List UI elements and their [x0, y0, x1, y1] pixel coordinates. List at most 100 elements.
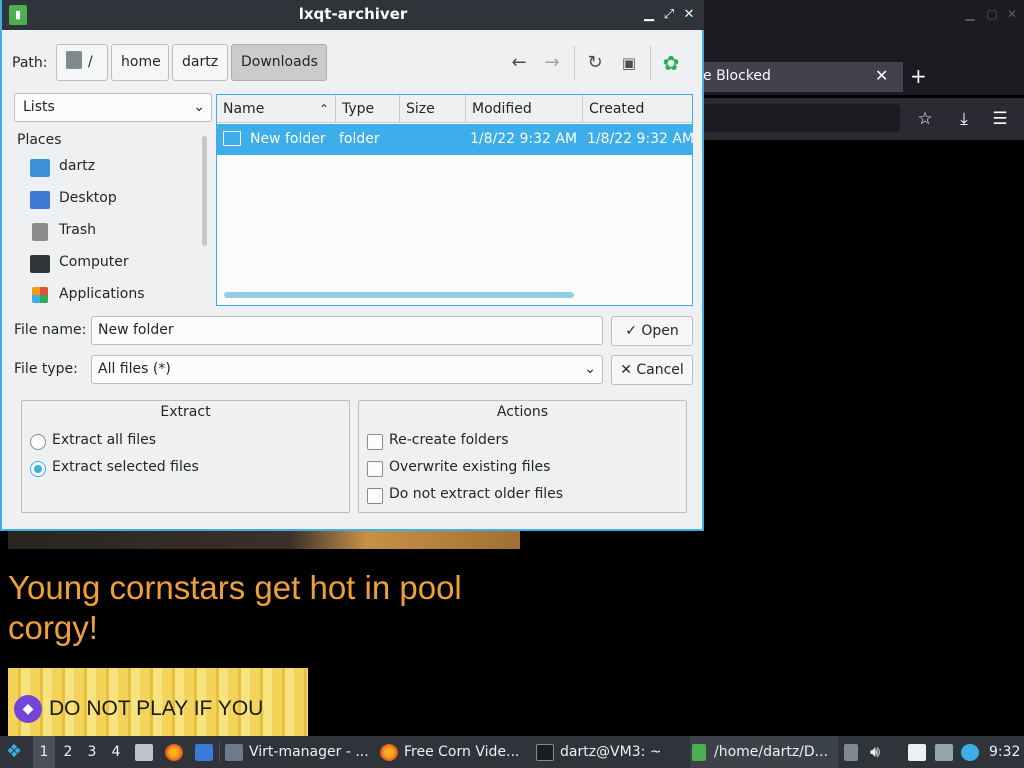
place-item-dartz[interactable]: dartz — [30, 154, 200, 182]
file-list-header: Name ⌃ Type Size Modified Created — [217, 95, 692, 123]
close-icon[interactable]: ✕ — [1004, 6, 1020, 22]
column-label: Created — [589, 101, 645, 117]
clock[interactable]: 9:32 — [989, 736, 1020, 768]
task-firefox[interactable]: Free Corn Vide... — [380, 736, 528, 768]
cell-size — [400, 124, 406, 155]
desktop-switch-1[interactable]: 1 — [33, 736, 55, 768]
start-menu-icon[interactable]: ❖ — [6, 736, 26, 768]
home-folder-icon — [30, 159, 50, 177]
open-button[interactable]: ✓ Open — [611, 316, 693, 346]
column-label: Modified — [472, 101, 532, 117]
table-row[interactable]: New folder folder 1/8/22 9:32 AM 1/8/22 … — [217, 124, 695, 155]
firefox-launcher-icon[interactable] — [165, 744, 183, 761]
volume-icon[interactable]: 🔊︎ — [870, 736, 880, 768]
filename-input[interactable]: New folder — [91, 316, 603, 345]
view-options-icon[interactable]: ✿ — [659, 52, 683, 74]
column-header-created[interactable]: Created — [583, 95, 692, 123]
drive-icon — [66, 51, 82, 69]
places-view-combo[interactable]: Lists ⌄ — [14, 93, 212, 122]
download-icon[interactable]: ⤓ — [953, 108, 975, 130]
radio-button[interactable] — [30, 461, 46, 477]
places-heading: Places — [17, 132, 62, 148]
breadcrumb-label: / — [88, 54, 93, 70]
column-header-size[interactable]: Size — [400, 95, 466, 123]
terminal-icon — [536, 744, 554, 761]
breadcrumb-downloads[interactable]: Downloads — [231, 44, 327, 81]
place-item-computer[interactable]: Computer — [30, 250, 200, 278]
place-label: Desktop — [59, 190, 117, 206]
reload-icon[interactable]: ↻ — [583, 52, 607, 74]
file-manager-icon[interactable] — [135, 744, 153, 761]
notification-icon[interactable] — [961, 744, 979, 761]
video-thumbnail[interactable] — [8, 530, 520, 549]
place-item-trash[interactable]: Trash — [30, 218, 200, 246]
star-icon[interactable]: ☆ — [914, 108, 936, 130]
place-label: Trash — [59, 222, 96, 238]
applications-icon — [32, 287, 48, 303]
task-archiver[interactable]: /home/dartz/D... — [690, 736, 838, 768]
maximize-icon[interactable]: ▢ — [984, 6, 1000, 22]
cell-created: 1/8/22 9:32 AM — [587, 131, 695, 147]
filetype-select[interactable]: All files (*) ⌄ — [91, 355, 603, 384]
taskbar: ❖ 1 2 3 4 Virt-manager - ... Free Corn V… — [0, 736, 1024, 768]
virt-manager-icon — [225, 744, 243, 761]
task-label: /home/dartz/D... — [714, 744, 829, 760]
folder-icon — [223, 131, 241, 146]
file-list: Name ⌃ Type Size Modified Created New fol… — [216, 94, 695, 306]
breadcrumb-label: dartz — [182, 54, 219, 70]
archiver-icon — [692, 744, 706, 761]
radio-button[interactable] — [30, 434, 46, 450]
trash-icon — [32, 223, 48, 241]
menu-icon[interactable]: ☰ — [989, 108, 1011, 130]
desktop-switch-2[interactable]: 2 — [57, 736, 79, 768]
desktop-switch-3[interactable]: 3 — [81, 736, 103, 768]
cancel-x-icon: ✕ — [620, 362, 637, 378]
breadcrumb-home[interactable]: home — [111, 44, 169, 81]
task-terminal[interactable]: dartz@VM3: ~ — [536, 736, 684, 768]
checkbox[interactable] — [367, 488, 383, 504]
place-item-desktop[interactable]: Desktop — [30, 186, 200, 214]
filename-value: New folder — [98, 322, 174, 338]
desktop-launcher-icon[interactable] — [195, 744, 213, 761]
url-bar[interactable] — [690, 104, 900, 132]
minimize-icon[interactable]: ▁ — [962, 6, 978, 22]
cell-type: folder — [339, 131, 380, 147]
column-header-modified[interactable]: Modified — [466, 95, 583, 123]
computer-icon — [30, 255, 50, 273]
column-label: Name — [223, 101, 265, 117]
checkbox[interactable] — [367, 434, 383, 450]
forward-arrow-icon[interactable]: → — [540, 52, 564, 74]
breadcrumb-root[interactable]: / — [56, 44, 108, 81]
maximize-icon[interactable]: ⤢ — [660, 6, 678, 24]
breadcrumb-dartz[interactable]: dartz — [172, 44, 228, 81]
column-label: Type — [342, 101, 375, 117]
clipboard-icon[interactable] — [908, 744, 926, 761]
new-folder-icon[interactable]: ▣ — [617, 52, 641, 74]
desktop-icon — [30, 191, 50, 209]
cancel-button[interactable]: ✕ Cancel — [611, 355, 693, 385]
desktop-switch-4[interactable]: 4 — [105, 736, 127, 768]
cell-name: New folder — [250, 131, 326, 147]
cancel-button-label: Cancel — [636, 362, 684, 378]
tab-close-icon[interactable]: ✕ — [875, 66, 888, 85]
option-label: Extract all files — [52, 432, 157, 448]
task-virt-manager[interactable]: Virt-manager - ... — [225, 736, 373, 768]
task-label: Free Corn Vide... — [404, 744, 520, 760]
places-scrollbar[interactable] — [202, 136, 207, 246]
page-heading[interactable]: Young cornstars get hot in pool corgy! — [8, 568, 528, 648]
close-icon[interactable]: ✕ — [680, 6, 698, 24]
removable-media-icon[interactable] — [844, 744, 858, 761]
browser-tab[interactable]: e Blocked ✕ — [703, 62, 903, 92]
column-header-name[interactable]: Name ⌃ — [217, 95, 336, 123]
network-icon[interactable] — [935, 744, 953, 761]
toolbar-separator — [574, 46, 575, 80]
option-label: Re-create folders — [389, 432, 509, 448]
horizontal-scrollbar[interactable] — [224, 292, 574, 298]
back-arrow-icon[interactable]: ← — [507, 52, 531, 74]
new-tab-button[interactable]: + — [910, 64, 927, 88]
column-header-type[interactable]: Type — [336, 95, 400, 123]
checkbox[interactable] — [367, 461, 383, 477]
place-item-applications[interactable]: Applications — [30, 282, 200, 310]
minimize-icon[interactable]: ▁ — [640, 6, 658, 24]
firefox-icon — [380, 744, 398, 761]
